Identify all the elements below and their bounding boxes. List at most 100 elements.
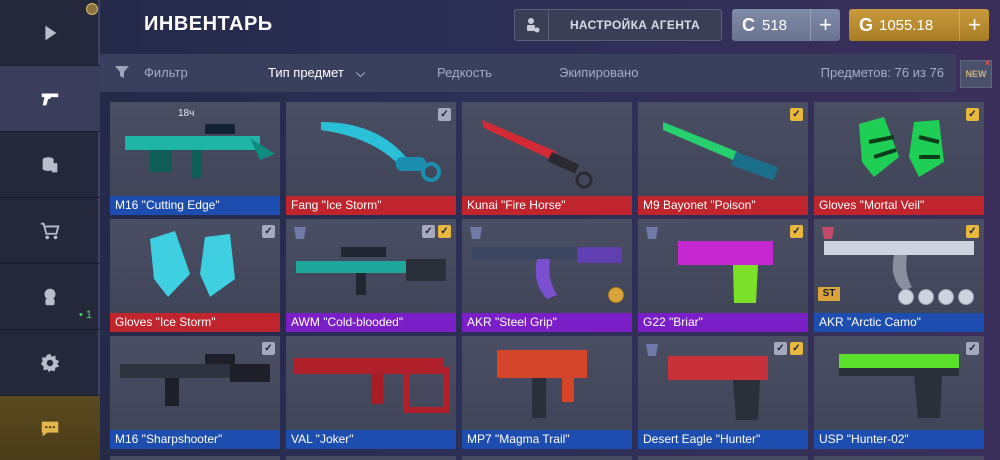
silver-currency: C 518 + [732,9,840,41]
close-icon[interactable]: × [985,58,990,68]
filter-bar: Фильтр Тип предмет ⌵ Редкость Экипирован… [100,54,956,92]
type-dropdown[interactable]: Тип предмет [268,65,344,80]
item-name: M16 "Cutting Edge" [110,196,280,215]
item-card-partial[interactable] [638,456,808,460]
rank-medal-icon [608,287,624,303]
equipped-checkmark-icon: ✓ [262,225,275,238]
cart-icon [40,222,60,239]
new-items-button[interactable]: NEW × [960,58,992,88]
rarity-sort[interactable]: Редкость [437,65,492,80]
item-card-partial[interactable] [110,456,280,460]
sidebar-item-badge: • 1 [78,309,92,321]
item-name: AWM "Cold-blooded" [286,313,456,332]
sidebar: • 1 [0,0,100,460]
top-bar: ИНВЕНТАРЬ НАСТРОЙКА АГЕНТА C 518 + G 105… [100,0,1000,50]
item-card[interactable]: MP7 "Magma Trail" [462,336,632,449]
item-name: M9 Bayonet "Poison" [638,196,808,215]
medal-icon [958,289,974,305]
equipped-checkmark-icon: ✓ [790,108,803,121]
pistol-icon [678,241,773,303]
gold-balance: 1055.18 [879,16,934,34]
filter-button[interactable]: Фильтр [144,65,188,80]
silver-coin-icon: C [742,14,755,35]
rifle-icon [472,247,622,299]
item-name: VAL "Joker" [286,430,456,449]
item-name: Desert Eagle "Hunter" [638,430,808,449]
equipped-toggle[interactable]: Экипировано [559,65,638,80]
item-card[interactable]: ✓ Gloves "Ice Storm" [110,219,280,332]
smg-icon [497,350,587,418]
item-card[interactable]: ✓ M9 Bayonet "Poison" [638,102,808,215]
stattrak-badge: ST [818,287,840,301]
play-icon [45,25,57,40]
item-name: USP "Hunter-02" [814,430,984,449]
medal-icon [938,289,954,305]
sidebar-item-settings[interactable] [0,330,100,396]
equipped-checkmark-icon: ✓ [774,342,787,355]
item-card-partial[interactable] [286,456,456,460]
item-card[interactable]: ST ✓ AKR "Arctic Camo" [814,219,984,332]
page-title: ИНВЕНТАРЬ [144,13,273,35]
item-count: Предметов: 76 из 76 [820,65,944,80]
gloves-icon [150,231,235,297]
item-name: Gloves "Ice Storm" [110,313,280,332]
item-card[interactable]: VAL "Joker" [286,336,456,449]
agent-settings-icon [515,10,549,40]
gear-icon [40,353,60,372]
sidebar-item-agents[interactable]: • 1 [0,264,100,330]
coins-icon [42,156,58,172]
item-name: Fang "Ice Storm" [286,196,456,215]
item-card[interactable]: AKR "Steel Grip" [462,219,632,332]
add-gold-button[interactable]: + [959,9,989,41]
item-card[interactable]: Kunai "Fire Horse" [462,102,632,215]
sidebar-item-store[interactable] [0,198,100,264]
item-card-partial[interactable] [814,456,984,460]
equipped-checkmark-icon: ✓ [422,225,435,238]
item-card[interactable]: ✓ ✓ AWM "Cold-blooded" [286,219,456,332]
equipped-checkmark-icon: ✓ [790,342,803,355]
item-card[interactable]: ✓ M16 "Sharpshooter" [110,336,280,449]
sidebar-item-coins[interactable] [0,132,100,198]
item-card-partial[interactable] [462,456,632,460]
item-name: AKR "Steel Grip" [462,313,632,332]
gold-coin-icon: G [859,14,874,35]
equipped-checkmark-icon: ✓ [438,225,451,238]
equipped-checkmark-icon: ✓ [438,108,451,121]
knife-icon [482,120,593,189]
item-name: Gloves "Mortal Veil" [814,196,984,215]
knife-icon [321,122,441,182]
agent-setup-button[interactable]: НАСТРОЙКА АГЕНТА [514,9,722,41]
rifle-icon [294,358,449,413]
equipped-checkmark-icon: ✓ [966,108,979,121]
gold-currency: G 1055.18 + [849,9,989,41]
timer-label: 18ч [178,108,195,119]
item-card[interactable]: ✓ G22 "Briar" [638,219,808,332]
equipped-checkmark-icon: ✓ [966,342,979,355]
sidebar-item-chat[interactable] [0,396,100,460]
add-silver-button[interactable]: + [810,9,840,41]
rifle-icon [120,354,270,406]
item-card[interactable]: 18ч M16 "Cutting Edge" [110,102,280,215]
equipped-checkmark-icon: ✓ [262,342,275,355]
rifle-icon [125,124,275,178]
sidebar-item-play[interactable] [0,0,100,66]
medal-icon [898,289,914,305]
chat-icon [41,421,59,436]
gloves-icon [859,117,944,177]
item-name: Kunai "Fire Horse" [462,196,632,215]
pistol-icon [839,354,959,418]
item-card[interactable]: ✓ USP "Hunter-02" [814,336,984,449]
equipped-checkmark-icon: ✓ [790,225,803,238]
item-card[interactable]: ✓ Fang "Ice Storm" [286,102,456,215]
item-card[interactable]: ✓ ✓ Desert Eagle "Hunter" [638,336,808,449]
item-name: AKR "Arctic Camo" [814,313,984,332]
sidebar-item-inventory[interactable] [0,66,100,132]
medal-icon [918,289,934,305]
item-name: MP7 "Magma Trail" [462,430,632,449]
silver-balance: 518 [762,16,788,34]
new-label: NEW [965,69,987,79]
chevron-down-icon[interactable]: ⌵ [356,66,365,81]
filter-icon[interactable] [114,64,130,80]
item-card[interactable]: ✓ Gloves "Mortal Veil" [814,102,984,215]
inventory-grid: 18ч M16 "Cutting Edge" ✓ Fang "Ice Storm… [104,96,994,460]
